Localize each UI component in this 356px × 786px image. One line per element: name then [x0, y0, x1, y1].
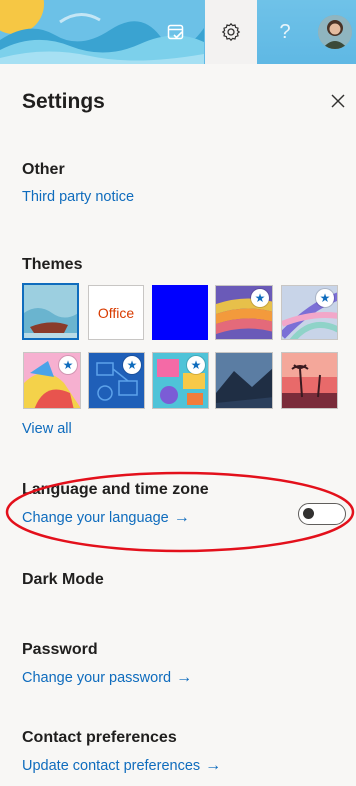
- third-party-notice-link[interactable]: Third party notice: [22, 189, 134, 205]
- star-icon: ★: [59, 356, 77, 374]
- avatar: [318, 15, 352, 49]
- gear-icon: [221, 22, 241, 42]
- theme-rainbow[interactable]: ★: [215, 285, 273, 340]
- language-heading: Language and time zone: [22, 481, 209, 498]
- third-party-notice-label: Third party notice: [22, 189, 135, 205]
- theme-unicorn[interactable]: ★: [23, 352, 81, 409]
- other-heading: Other: [22, 161, 65, 178]
- star-icon: ★: [316, 289, 334, 307]
- settings-panel: Settings Other Third party notice Themes…: [0, 64, 356, 786]
- settings-button[interactable]: [205, 0, 257, 64]
- theme-office[interactable]: Office: [88, 285, 144, 340]
- theme-circuit[interactable]: ★: [88, 352, 145, 409]
- theme-mountain[interactable]: [215, 352, 273, 409]
- view-all-label: View all: [22, 421, 72, 437]
- view-all-themes-link[interactable]: View all: [22, 421, 72, 437]
- change-language-label: Change your language: [22, 510, 169, 526]
- close-icon: [331, 94, 345, 108]
- star-icon: ★: [187, 356, 205, 374]
- theme-palms[interactable]: [281, 352, 338, 409]
- arrow-right-icon: →: [205, 757, 222, 774]
- star-icon: ★: [251, 289, 269, 307]
- page-title: Settings: [22, 90, 105, 113]
- update-contact-link[interactable]: Update contact preferences →: [22, 757, 222, 775]
- arrow-right-icon: →: [176, 669, 193, 686]
- change-language-link[interactable]: Change your language →: [22, 509, 190, 527]
- theme-abstract[interactable]: ★: [281, 285, 338, 340]
- theme-blue[interactable]: [152, 285, 208, 340]
- help-icon: ?: [279, 20, 291, 43]
- help-button[interactable]: ?: [260, 0, 310, 64]
- themes-heading: Themes: [22, 256, 83, 273]
- change-password-link[interactable]: Change your password →: [22, 669, 193, 687]
- top-bar: ?: [0, 0, 356, 64]
- theme-carnival[interactable]: ★: [152, 352, 209, 409]
- toggle-knob: [303, 508, 314, 519]
- update-contact-label: Update contact preferences: [22, 758, 201, 774]
- dark-mode-label: Dark Mode: [22, 571, 104, 588]
- arrow-right-icon: →: [173, 509, 190, 526]
- change-password-label: Change your password: [22, 670, 172, 686]
- calendar-check-icon: [167, 24, 184, 40]
- star-icon: ★: [123, 356, 141, 374]
- contact-heading: Contact preferences: [22, 729, 177, 746]
- theme-office-label: Office: [97, 304, 135, 321]
- my-day-button[interactable]: [151, 0, 201, 64]
- dark-mode-toggle[interactable]: [298, 503, 346, 525]
- theme-beach[interactable]: [22, 283, 79, 340]
- account-button[interactable]: [314, 0, 356, 64]
- password-heading: Password: [22, 641, 98, 658]
- close-button[interactable]: [328, 91, 348, 111]
